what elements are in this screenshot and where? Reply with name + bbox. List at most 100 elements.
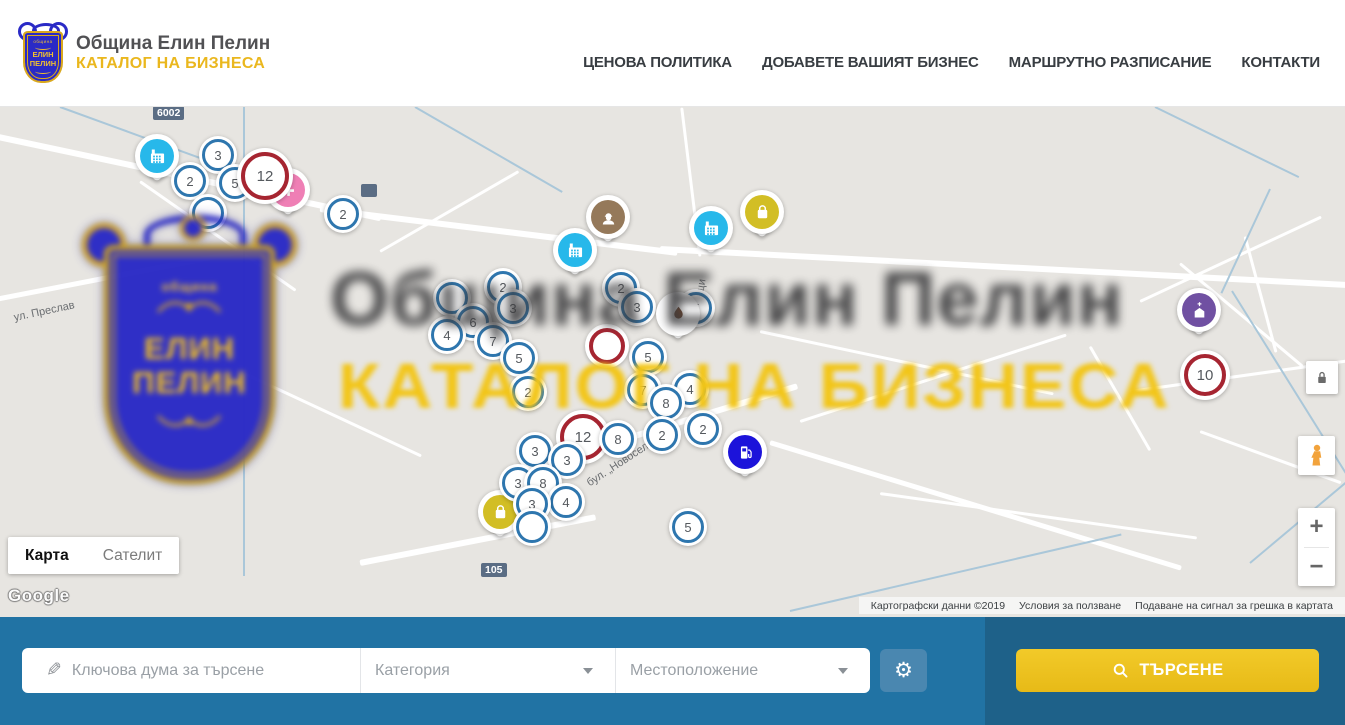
cluster-ring: 4 xyxy=(550,486,582,518)
crest-body xyxy=(104,245,275,484)
location-dropdown[interactable]: Местоположение xyxy=(616,648,870,693)
zoom-in-button[interactable]: + xyxy=(1298,508,1335,547)
map-canvas[interactable]: община ЕЛИН ПЕЛИН Община Елин Пелин КАТА… xyxy=(0,106,1345,617)
factory-icon xyxy=(694,211,728,245)
cluster-marker[interactable] xyxy=(189,194,227,232)
cluster-ring: 3 xyxy=(519,435,551,467)
cluster-count: 3 xyxy=(563,453,570,468)
nav-item-contacts[interactable]: КОНТАКТИ xyxy=(1241,54,1320,71)
cluster-marker[interactable]: 2 xyxy=(643,416,681,454)
cluster-marker[interactable]: 8 xyxy=(599,420,637,458)
cluster-count: 3 xyxy=(531,444,538,459)
cluster-count: 5 xyxy=(684,520,691,535)
chevron-down-icon xyxy=(838,668,848,674)
map-pin-factory[interactable] xyxy=(553,228,597,286)
cluster-count: 6 xyxy=(469,315,476,330)
keyword-field-wrap: ✎ xyxy=(22,648,360,693)
cluster-count: 8 xyxy=(662,396,669,411)
map-road xyxy=(239,370,422,457)
cluster-count: 2 xyxy=(186,174,193,189)
category-dropdown-value: Категория xyxy=(375,662,450,680)
cluster-count: 3 xyxy=(509,301,516,316)
cluster-marker[interactable]: 12 xyxy=(237,148,293,204)
cluster-marker[interactable]: 10 xyxy=(1180,350,1230,400)
cluster-marker[interactable]: 3 xyxy=(494,289,532,327)
cluster-marker[interactable]: 5 xyxy=(669,508,707,546)
search-icon xyxy=(1111,661,1130,680)
google-logo[interactable]: Google xyxy=(8,586,70,606)
cluster-count: 3 xyxy=(214,148,221,163)
brand-subtitle: КАТАЛОГ НА БИЗНЕСА xyxy=(76,55,270,73)
lock-icon xyxy=(1312,368,1332,388)
map-road xyxy=(379,170,519,253)
report-error-link[interactable]: Подаване на сигнал за грешка в картата xyxy=(1128,600,1340,612)
map-type-map-button[interactable]: Карта xyxy=(8,537,86,574)
street-view-pegman-button[interactable] xyxy=(1298,436,1335,475)
cluster-marker[interactable] xyxy=(585,324,629,368)
bag-icon xyxy=(745,195,779,229)
map-pin-factory[interactable] xyxy=(689,206,733,264)
cluster-count: 5 xyxy=(644,350,651,365)
cluster-ring: 3 xyxy=(621,291,653,323)
factory-icon xyxy=(140,139,174,173)
watermark-subtitle: КАТАЛОГ НА БИЗНЕСА xyxy=(338,349,1171,423)
crest-curl-icon xyxy=(253,223,297,267)
map-road xyxy=(1139,216,1322,303)
cluster-count: 4 xyxy=(443,328,450,343)
location-dropdown-value: Местоположение xyxy=(630,662,758,680)
cluster-count: 7 xyxy=(489,334,496,349)
cluster-marker[interactable]: 5 xyxy=(500,339,538,377)
map-type-satellite-button[interactable]: Сателит xyxy=(86,537,179,574)
map-river xyxy=(1155,106,1300,178)
cluster-marker[interactable]: 2 xyxy=(684,410,722,448)
cluster-count: 7 xyxy=(639,383,646,398)
cluster-count: 12 xyxy=(575,429,592,446)
terms-link[interactable]: Условия за ползване xyxy=(1012,600,1128,612)
cluster-marker[interactable]: 2 xyxy=(324,195,362,233)
advanced-settings-button[interactable]: ⚙ xyxy=(880,649,927,692)
cluster-ring: 2 xyxy=(687,413,719,445)
map-road xyxy=(1089,346,1152,451)
municipality-crest-icon: община ЕЛИН ПЕЛИН xyxy=(20,22,66,84)
cluster-ring: 2 xyxy=(327,198,359,230)
cluster-ring: 5 xyxy=(503,342,535,374)
nav-item-add-business[interactable]: ДОБАВЕТЕ ВАШИЯТ БИЗНЕС xyxy=(762,54,979,71)
zoom-out-button[interactable]: − xyxy=(1298,548,1335,587)
cluster-marker[interactable]: 3 xyxy=(618,288,656,326)
search-button-label: ТЪРСЕНЕ xyxy=(1139,661,1223,680)
brand-logo[interactable]: община ЕЛИН ПЕЛИН Община Елин Пелин КАТА… xyxy=(20,22,270,84)
cluster-marker[interactable] xyxy=(513,508,551,546)
nav-item-pricing[interactable]: ЦЕНОВА ПОЛИТИКА xyxy=(583,54,732,71)
cluster-count: 2 xyxy=(339,207,346,222)
lock-control-button[interactable] xyxy=(1306,361,1338,394)
cluster-count: 8 xyxy=(614,432,621,447)
cluster-marker[interactable]: 4 xyxy=(428,316,466,354)
church-icon xyxy=(1182,293,1216,327)
crest-flourish-icon xyxy=(154,299,224,317)
cluster-marker[interactable]: 2 xyxy=(509,373,547,411)
cluster-count: 4 xyxy=(562,495,569,510)
map-road xyxy=(0,248,246,303)
cluster-count: 12 xyxy=(257,168,274,185)
page: община ЕЛИН ПЕЛИН Община Елин Пелин КАТА… xyxy=(0,0,1345,725)
cluster-ring: 2 xyxy=(646,419,678,451)
cluster-marker[interactable]: 4 xyxy=(547,483,585,521)
header: община ЕЛИН ПЕЛИН Община Елин Пелин КАТА… xyxy=(0,0,1345,107)
map-pin-bag[interactable] xyxy=(740,190,784,248)
map-pin-flame[interactable] xyxy=(656,292,700,350)
cluster-ring xyxy=(589,328,625,364)
nav-item-route-schedule[interactable]: МАРШРУТНО РАЗПИСАНИЕ xyxy=(1009,54,1212,71)
cluster-ring: 10 xyxy=(1184,354,1226,396)
keyword-search-input[interactable] xyxy=(70,661,360,681)
map-pin-pump[interactable] xyxy=(723,430,767,488)
cluster-count: 4 xyxy=(686,382,693,397)
pump-icon xyxy=(728,435,762,469)
map-pin-church[interactable] xyxy=(1177,288,1221,346)
crest-motto: община xyxy=(33,39,52,44)
flame-icon xyxy=(661,297,695,331)
cluster-ring: 2 xyxy=(174,165,206,197)
crest-name-line2: ПЕЛИН xyxy=(30,60,56,69)
search-submit-button[interactable]: ТЪРСЕНЕ xyxy=(1016,649,1319,692)
category-dropdown[interactable]: Категория xyxy=(361,648,615,693)
search-bar: ✎ Категория Местоположение ⚙ ТЪРСЕНЕ xyxy=(0,617,1345,725)
